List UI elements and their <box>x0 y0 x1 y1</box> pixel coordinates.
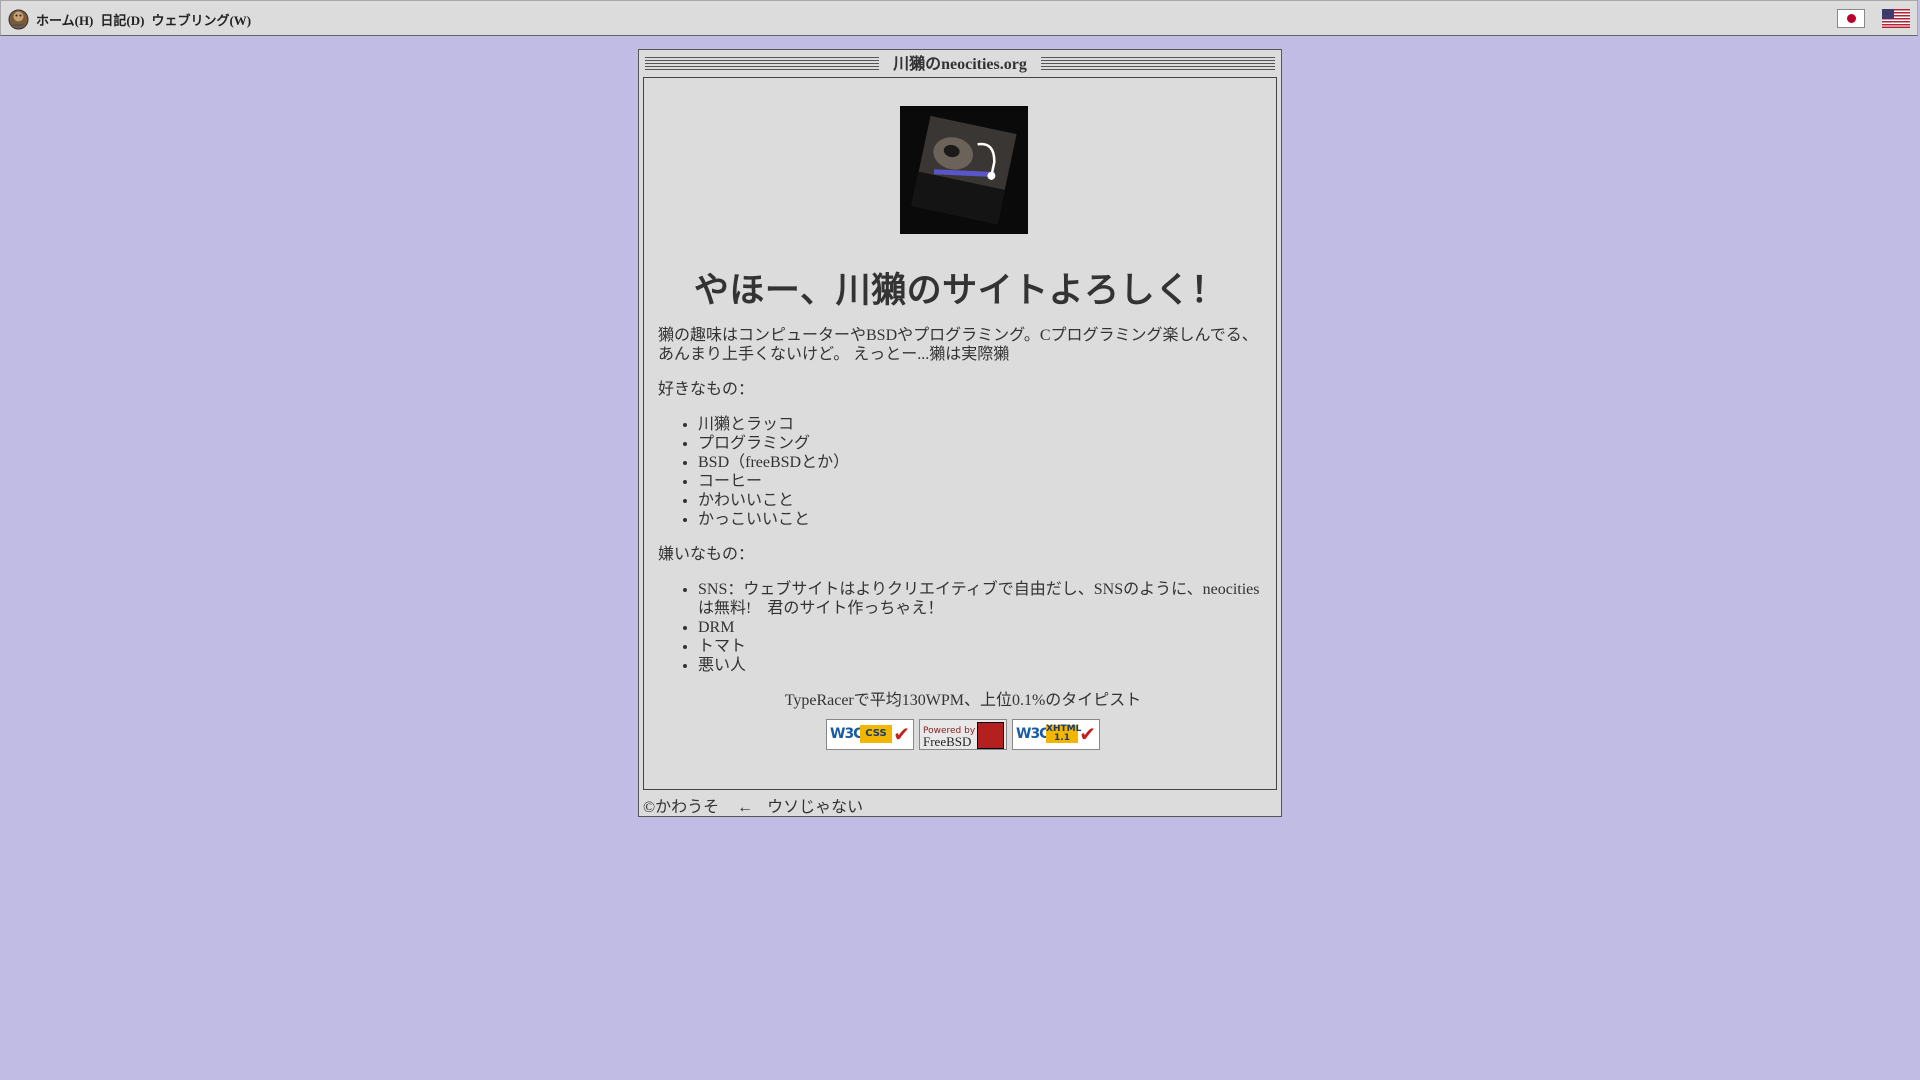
list-item: コーヒー <box>698 472 1268 491</box>
flag-japan-icon[interactable] <box>1837 9 1865 28</box>
list-item: かっこいいこと <box>698 510 1268 529</box>
list-item: 川獺とラッコ <box>698 415 1268 434</box>
list-item: かわいいこと <box>698 491 1268 510</box>
badge-xhtml-tag: XHTML 1.1 <box>1046 725 1081 743</box>
likes-label: 好きなもの： <box>658 381 755 398</box>
body-text: 獺の趣味はコンピューターやBSDやプログラミング。Cプログラミング楽しんでる、あ… <box>658 326 1268 750</box>
menu-item-home[interactable]: ホーム(H) <box>36 10 93 29</box>
copyright-text: ©かわうそ <box>643 799 720 816</box>
checkmark-icon: ✔ <box>893 722 910 746</box>
dislikes-list: SNS：ウェブサイトはよりクリエイティブで自由だし、SNSのように、neocit… <box>658 580 1268 675</box>
titlebar-stripes-right <box>1041 57 1275 72</box>
badge-css-tag: CSS <box>860 725 892 743</box>
w3c-css-badge[interactable]: W3C CSS ✔ <box>826 719 914 750</box>
menu-item-webring[interactable]: ウェブリング(W) <box>151 10 251 29</box>
badge-row: W3C CSS ✔ Powered by FreeBSD W3C XHTML 1.… <box>658 719 1268 750</box>
page-heading: やほー、川獺のサイトよろしく！ <box>693 271 1227 311</box>
checkmark-icon: ✔ <box>1079 722 1096 746</box>
titlebar-stripes-left <box>645 57 879 72</box>
freebsd-daemon-icon <box>977 722 1004 749</box>
badge-freebsd-text: FreeBSD <box>923 734 972 749</box>
top-menu-bar: ホーム(H) 日記(D) ウェブリング(W) <box>0 0 1918 36</box>
badge-w3c-text: W3C <box>830 726 863 742</box>
footer-link[interactable]: ウソじゃない <box>767 799 863 816</box>
intro-paragraph: 獺の趣味はコンピューターやBSDやプログラミング。Cプログラミング楽しんでる、あ… <box>658 327 1258 363</box>
badge-w3c-text: W3C <box>1016 726 1049 742</box>
list-item: 悪い人 <box>698 656 1268 675</box>
window-content: やほー、川獺のサイトよろしく！ 獺の趣味はコンピューターやBSDやプログラミング… <box>643 77 1277 790</box>
window-footer: ©かわうそ ← ウソじゃない <box>643 793 863 817</box>
list-item: BSD（freeBSDとか） <box>698 453 1268 472</box>
site-logo-icon[interactable] <box>8 9 29 30</box>
badge-xhtml-bottom: 1.1 <box>1054 733 1070 743</box>
list-item: プログラミング <box>698 434 1268 453</box>
list-item: DRM <box>698 618 1268 637</box>
main-window: 川獺のneocities.org やほー、川獺のサイトよろしく！ 獺の趣味はコン… <box>638 49 1282 817</box>
menu-item-diary[interactable]: 日記(D) <box>100 10 144 29</box>
likes-list: 川獺とラッコ プログラミング BSD（freeBSDとか） コーヒー かわいいこ… <box>658 415 1268 529</box>
typeracer-note: TypeRacerで平均130WPM、上位0.1%のタイピスト <box>784 692 1142 709</box>
back-arrow-link[interactable]: ← <box>737 799 753 816</box>
list-item: トマト <box>698 637 1268 656</box>
dislikes-label: 嫌いなもの： <box>658 546 755 563</box>
window-title: 川獺のneocities.org <box>893 56 1027 73</box>
list-item: SNS：ウェブサイトはよりクリエイティブで自由だし、SNSのように、neocit… <box>698 580 1268 618</box>
w3c-xhtml-badge[interactable]: W3C XHTML 1.1 ✔ <box>1012 719 1100 750</box>
window-titlebar: 川獺のneocities.org <box>645 55 1275 75</box>
avatar <box>900 106 1028 234</box>
menu-items: ホーム(H) 日記(D) ウェブリング(W) <box>36 10 251 29</box>
freebsd-badge[interactable]: Powered by FreeBSD <box>919 719 1007 750</box>
flag-usa-icon[interactable] <box>1882 9 1910 28</box>
